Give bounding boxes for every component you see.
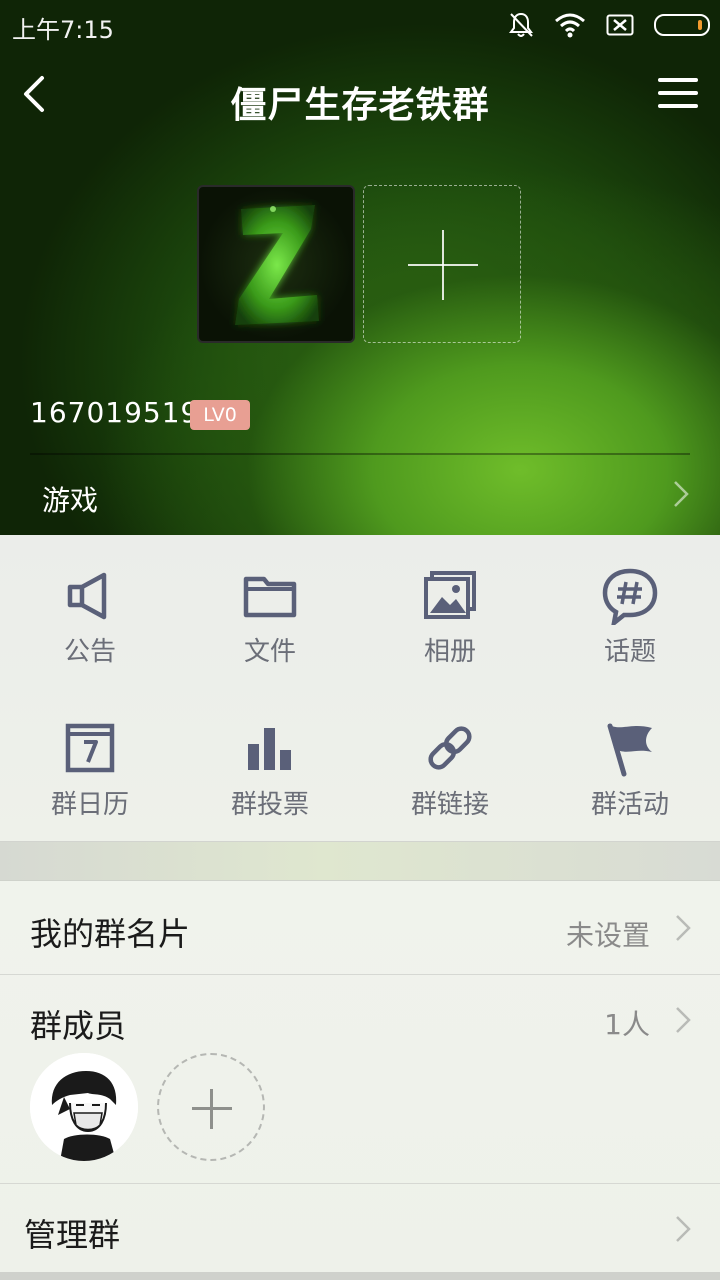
- bottom-edge: [0, 1272, 720, 1280]
- page-title: 僵尸生存老铁群: [230, 85, 490, 126]
- grid-item-activity[interactable]: 群活动: [540, 688, 720, 841]
- avatar-illustration-image: [30, 1053, 138, 1161]
- add-group-photo-button[interactable]: [363, 185, 521, 343]
- plus-icon: [210, 1089, 213, 1129]
- group-header: 上午7:15 僵尸生存老铁群 167019519 LV0 游戏: [0, 0, 720, 535]
- topic-hash-icon: [602, 568, 658, 625]
- member-avatar[interactable]: [30, 1053, 138, 1161]
- settings-list: 我的群名片 未设置 群成员 1人 管理群: [0, 881, 720, 1280]
- group-id: 167019519: [30, 396, 200, 429]
- mute-bell-icon: [509, 12, 533, 37]
- folder-icon: [243, 576, 297, 618]
- flag-icon: [607, 723, 652, 777]
- calendar-icon: [65, 723, 115, 773]
- grid-item-album[interactable]: 相册: [360, 535, 540, 688]
- grid-item-label: 群投票: [230, 790, 309, 820]
- level-badge: LV0: [190, 400, 250, 430]
- category-label: 游戏: [42, 484, 99, 517]
- grid-item-label: 群链接: [410, 790, 489, 820]
- my-group-card-row[interactable]: 我的群名片 未设置: [0, 881, 720, 974]
- grid-item-files[interactable]: 文件: [180, 535, 360, 688]
- section-gap: [0, 841, 720, 881]
- row-value: 未设置: [565, 919, 650, 952]
- chevron-right-icon: [674, 481, 689, 507]
- menu-line: [658, 104, 698, 108]
- grid-item-label: 文件: [243, 637, 296, 667]
- category-row[interactable]: 游戏: [0, 455, 720, 535]
- chevron-right-icon: [676, 1007, 691, 1033]
- row-label: 我的群名片: [30, 915, 191, 953]
- grid-item-label: 群日历: [50, 790, 129, 820]
- bar-chart-icon: [248, 728, 291, 770]
- grid-item-label: 群活动: [590, 790, 669, 820]
- row-label: 群成员: [30, 1007, 127, 1045]
- photo-album-icon: [424, 571, 476, 619]
- grid-item-label: 话题: [603, 637, 656, 667]
- row-label: 管理群: [24, 1216, 121, 1254]
- no-sim-icon: [606, 14, 634, 36]
- menu-line: [658, 78, 698, 82]
- group-avatar[interactable]: [197, 185, 355, 343]
- plus-icon: [442, 230, 444, 300]
- menu-button[interactable]: [658, 78, 698, 112]
- function-grid: 公告 文件 相册 话题 群日历 群投票 群链接 群活动: [0, 535, 720, 841]
- grid-item-calendar[interactable]: 群日历: [0, 688, 180, 841]
- grid-item-topic[interactable]: 话题: [540, 535, 720, 688]
- grid-item-label: 相册: [423, 637, 476, 667]
- add-member-button[interactable]: [157, 1053, 265, 1161]
- grid-item-announcement[interactable]: 公告: [0, 535, 180, 688]
- battery-icon: [654, 14, 710, 36]
- nav-bar: 僵尸生存老铁群: [0, 60, 720, 140]
- grid-item-label: 公告: [63, 637, 116, 667]
- megaphone-icon: [67, 572, 107, 620]
- chevron-right-icon: [676, 915, 691, 941]
- chevron-right-icon: [676, 1216, 691, 1242]
- wifi-icon: [555, 13, 585, 38]
- link-icon: [428, 726, 472, 770]
- zombie-logo-image: [235, 205, 319, 325]
- member-count: 1人: [604, 1008, 650, 1041]
- menu-line: [658, 91, 698, 95]
- grid-item-link[interactable]: 群链接: [360, 688, 540, 841]
- status-bar: 上午7:15: [0, 0, 720, 52]
- grid-item-vote[interactable]: 群投票: [180, 688, 360, 841]
- status-icons: [508, 10, 710, 40]
- manage-group-row[interactable]: 管理群: [0, 1184, 720, 1274]
- status-time: 上午7:15: [12, 16, 114, 44]
